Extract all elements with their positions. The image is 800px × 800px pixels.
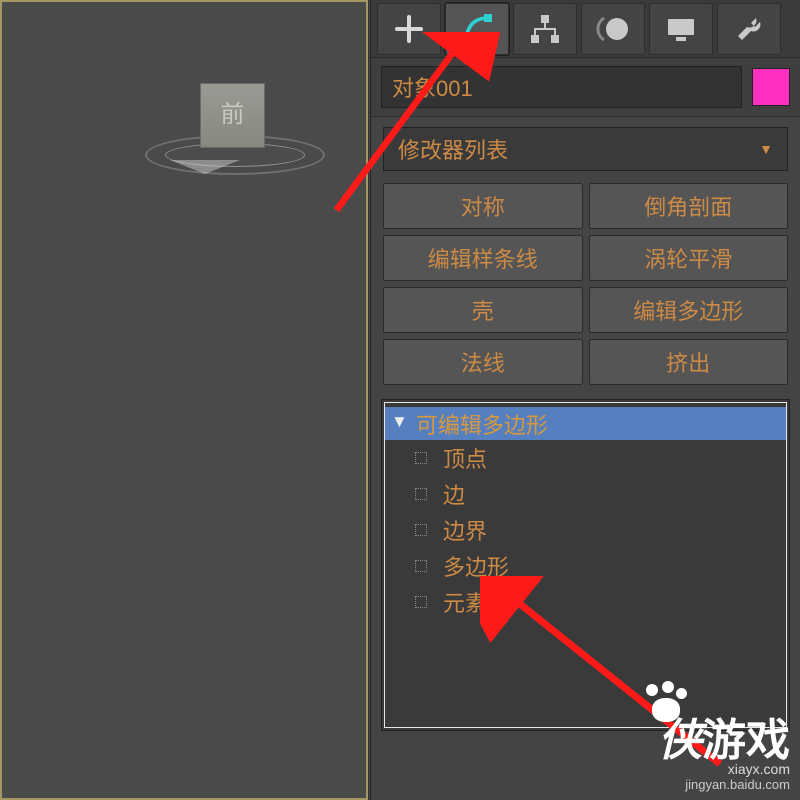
modifier-list-dropdown[interactable]: 修改器列表 ▼	[383, 127, 788, 171]
viewcube-shadow	[170, 160, 240, 174]
utilities-tab[interactable]	[717, 3, 781, 55]
subobject-label: 多边形	[443, 550, 509, 582]
stack-root-label: 可编辑多边形	[416, 408, 548, 440]
subobject-vertex[interactable]: 顶点	[385, 440, 786, 476]
modify-icon	[458, 10, 496, 48]
modifier-button-grid: 对称 倒角剖面 编辑样条线 涡轮平滑 壳 编辑多边形 法线 挤出	[371, 183, 800, 395]
edit-spline-button[interactable]: 编辑样条线	[383, 235, 583, 281]
expand-collapse-icon[interactable]: ▼	[391, 412, 408, 432]
modifier-list-label: 修改器列表	[398, 133, 508, 165]
subobject-polygon[interactable]: 多边形	[385, 548, 786, 584]
subobject-label: 边	[443, 478, 465, 510]
viewcube-face-label: 前	[201, 84, 264, 145]
turbosmooth-button[interactable]: 涡轮平滑	[589, 235, 789, 281]
tree-dot-icon	[415, 596, 427, 608]
display-icon	[663, 11, 699, 47]
subobject-label: 顶点	[443, 442, 487, 474]
command-panel: 修改器列表 ▼ 对称 倒角剖面 编辑样条线 涡轮平滑 壳 编辑多边形 法线 挤出…	[370, 0, 800, 800]
object-color-swatch[interactable]	[752, 68, 790, 106]
hierarchy-icon	[527, 11, 563, 47]
subobject-label: 边界	[443, 514, 487, 546]
subobject-element[interactable]: 元素	[385, 584, 786, 620]
symmetry-button[interactable]: 对称	[383, 183, 583, 229]
viewport[interactable]: 前	[0, 0, 369, 800]
modifier-stack-inner: ▼ 可编辑多边形 顶点 边 边界 多边形 元素	[384, 402, 787, 728]
tree-dot-icon	[415, 524, 427, 536]
object-name-row	[371, 58, 800, 117]
hierarchy-tab[interactable]	[513, 3, 577, 55]
tree-dot-icon	[415, 452, 427, 464]
wrench-icon	[731, 11, 767, 47]
normal-button[interactable]: 法线	[383, 339, 583, 385]
plus-icon	[391, 11, 427, 47]
panel-tabs	[371, 0, 800, 58]
subobject-border[interactable]: 边界	[385, 512, 786, 548]
subobject-label: 元素	[443, 586, 487, 618]
motion-tab[interactable]	[581, 3, 645, 55]
chamfer-profile-button[interactable]: 倒角剖面	[589, 183, 789, 229]
shell-button[interactable]: 壳	[383, 287, 583, 333]
display-tab[interactable]	[649, 3, 713, 55]
extrude-button[interactable]: 挤出	[589, 339, 789, 385]
object-name-input[interactable]	[381, 66, 742, 108]
tree-dot-icon	[415, 560, 427, 572]
stack-root-editable-poly[interactable]: ▼ 可编辑多边形	[385, 407, 786, 440]
tree-dot-icon	[415, 488, 427, 500]
create-tab[interactable]	[377, 3, 441, 55]
viewcube[interactable]: 前	[200, 83, 265, 148]
subobject-edge[interactable]: 边	[385, 476, 786, 512]
motion-icon	[595, 11, 631, 47]
edit-poly-button[interactable]: 编辑多边形	[589, 287, 789, 333]
modify-tab[interactable]	[445, 3, 509, 55]
modifier-stack: ▼ 可编辑多边形 顶点 边 边界 多边形 元素	[381, 399, 790, 731]
chevron-down-icon: ▼	[759, 141, 773, 157]
